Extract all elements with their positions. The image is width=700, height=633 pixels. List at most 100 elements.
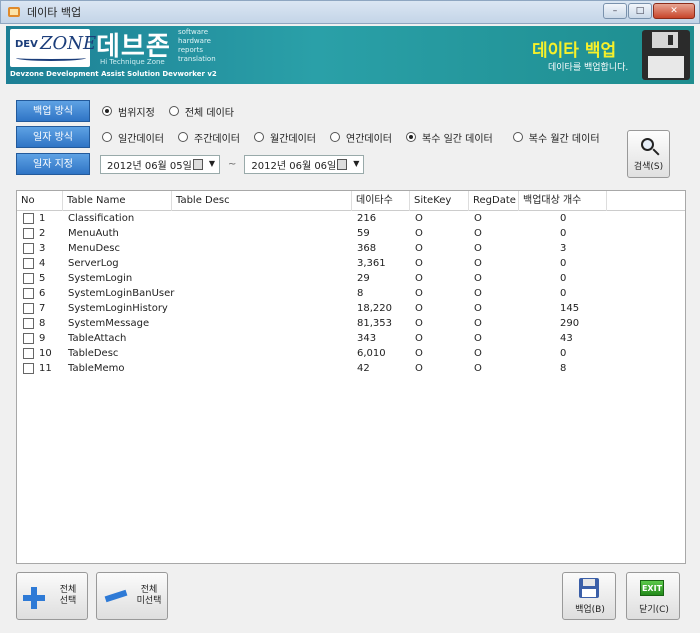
table-row[interactable]: 9 TableAttach 343 O O 43 xyxy=(17,331,685,346)
table-row[interactable]: 1 Classification 216 O O 0 xyxy=(17,211,685,226)
table-row[interactable]: 5 SystemLogin 29 O O 0 xyxy=(17,271,685,286)
row-checkbox[interactable] xyxy=(23,333,34,344)
cell-no: 1 xyxy=(39,213,46,224)
radio-icon[interactable] xyxy=(512,132,523,142)
radio-label: 주간데이터 xyxy=(194,133,240,145)
cell-count: 18,220 xyxy=(357,303,392,314)
row-checkbox[interactable] xyxy=(23,348,34,359)
window-title: 데이타 백업 xyxy=(27,6,82,19)
cell-count: 6,010 xyxy=(357,348,386,359)
row-checkbox[interactable] xyxy=(23,228,34,239)
radio-icon[interactable] xyxy=(168,106,179,116)
date-from-picker[interactable]: 2012년 06월 05일 ▼ xyxy=(100,154,220,174)
row-checkbox[interactable] xyxy=(23,243,34,254)
table-row[interactable]: 11 TableMemo 42 O O 8 xyxy=(17,361,685,376)
table-row[interactable]: 2 MenuAuth 59 O O 0 xyxy=(17,226,685,241)
radio-checked-icon[interactable] xyxy=(102,106,112,116)
row-checkbox[interactable] xyxy=(23,303,34,314)
radio-range[interactable]: 범위지정 xyxy=(102,104,155,119)
row-checkbox[interactable] xyxy=(23,288,34,299)
radio-label: 연간데이터 xyxy=(346,133,392,145)
cell-regdate: O xyxy=(474,258,482,269)
column-header-table-desc[interactable]: Table Desc xyxy=(172,191,352,211)
cell-backup-target: 0 xyxy=(560,228,567,239)
table-row[interactable]: 8 SystemMessage 81,353 O O 290 xyxy=(17,316,685,331)
backup-mode-row: 백업 방식 범위지정 전체 데이타 xyxy=(16,100,618,122)
radio-checked-icon[interactable] xyxy=(406,132,416,142)
cell-regdate: O xyxy=(474,228,482,239)
radio-daily[interactable]: 일간데이터 xyxy=(102,130,164,145)
deselect-all-button[interactable]: 전체 미선택 xyxy=(96,572,168,620)
row-checkbox[interactable] xyxy=(23,213,34,224)
maximize-button[interactable]: □ xyxy=(628,3,652,19)
column-header-table-name[interactable]: Table Name xyxy=(63,191,172,211)
cell-count: 8 xyxy=(357,288,364,299)
cell-table-name: MenuAuth xyxy=(68,228,119,239)
radio-yearly[interactable]: 연간데이터 xyxy=(330,130,392,145)
radio-icon[interactable] xyxy=(254,132,264,142)
minimize-button[interactable]: – xyxy=(603,3,627,19)
radio-icon[interactable] xyxy=(330,132,340,142)
radio-all-data[interactable]: 전체 데이타 xyxy=(168,104,234,119)
radio-multi-monthly[interactable]: 복수 월간 데이터 xyxy=(512,130,600,145)
banner-footer: Devzone Development Assist Solution Devw… xyxy=(10,70,217,78)
table-row[interactable]: 10 TableDesc 6,010 O O 0 xyxy=(17,346,685,361)
select-all-label: 선택 xyxy=(59,596,77,606)
radio-label: 범위지정 xyxy=(118,107,155,119)
radio-icon[interactable] xyxy=(178,132,188,142)
floppy-disk-icon xyxy=(642,30,690,80)
radio-weekly[interactable]: 주간데이터 xyxy=(178,130,240,145)
table-row[interactable]: 4 ServerLog 3,361 O O 0 xyxy=(17,256,685,271)
date-to-picker[interactable]: 2012년 06월 06일 ▼ xyxy=(244,154,365,174)
cell-sitekey: O xyxy=(415,258,423,269)
cell-sitekey: O xyxy=(415,288,423,299)
devzone-logo: DEV ZONE xyxy=(10,29,96,67)
radio-label: 일간데이터 xyxy=(118,133,164,145)
column-header-count[interactable]: 데이타수 xyxy=(352,191,410,211)
calendar-icon[interactable] xyxy=(193,158,203,170)
table-row[interactable]: 7 SystemLoginHistory 18,220 O O 145 xyxy=(17,301,685,316)
radio-label: 복수 일간 데이터 xyxy=(422,133,493,145)
cell-sitekey: O xyxy=(415,333,423,344)
column-header-sitekey[interactable]: SiteKey xyxy=(410,191,469,211)
chevron-down-icon[interactable]: ▼ xyxy=(353,159,359,168)
search-icon xyxy=(639,137,660,157)
cell-no: 3 xyxy=(39,243,46,254)
options-panel: 백업 방식 범위지정 전체 데이타 일자 방식 일간데이터 주간데이터 월간데이… xyxy=(16,96,618,178)
logo-swoosh-icon xyxy=(16,55,86,61)
select-all-button[interactable]: 전체 선택 xyxy=(16,572,88,620)
row-checkbox[interactable] xyxy=(23,258,34,269)
column-header-no[interactable]: No xyxy=(17,191,63,211)
close-window-button[interactable]: ✕ xyxy=(653,3,695,19)
chevron-down-icon[interactable]: ▼ xyxy=(209,159,215,168)
date-separator: ~ xyxy=(228,158,237,170)
close-button[interactable]: EXIT 닫기(C) xyxy=(626,572,680,620)
column-header-backup-target[interactable]: 백업대상 개수 xyxy=(519,191,607,211)
radio-monthly[interactable]: 월간데이터 xyxy=(254,130,316,145)
cell-regdate: O xyxy=(474,363,482,374)
row-checkbox[interactable] xyxy=(23,318,34,329)
table-row[interactable]: 3 MenuDesc 368 O O 3 xyxy=(17,241,685,256)
brand-words: software hardware reports translation xyxy=(178,28,216,64)
radio-icon[interactable] xyxy=(102,132,112,142)
backup-mode-label: 백업 방식 xyxy=(16,100,90,122)
calendar-icon[interactable] xyxy=(337,158,348,170)
cell-regdate: O xyxy=(474,243,482,254)
cell-table-name: SystemLoginHistory xyxy=(68,303,168,314)
row-checkbox[interactable] xyxy=(23,363,34,374)
search-button[interactable]: 검색(S) xyxy=(627,130,670,178)
row-checkbox[interactable] xyxy=(23,273,34,284)
cell-no: 8 xyxy=(39,318,46,329)
cell-count: 81,353 xyxy=(357,318,392,329)
column-header-regdate[interactable]: RegDate xyxy=(469,191,519,211)
cell-sitekey: O xyxy=(415,273,423,284)
date-mode-row: 일자 방식 일간데이터 주간데이터 월간데이터 연간데이터 복수 일간 데이터 xyxy=(16,126,618,148)
radio-label: 복수 월간 데이터 xyxy=(528,133,600,145)
backup-button[interactable]: 백업(B) xyxy=(562,572,616,620)
table-grid[interactable]: No Table Name Table Desc 데이타수 SiteKey Re… xyxy=(16,190,686,564)
radio-multi-daily[interactable]: 복수 일간 데이터 xyxy=(406,130,493,145)
brand-word: hardware xyxy=(178,37,211,45)
table-row[interactable]: 6 SystemLoginBanUser 8 O O 0 xyxy=(17,286,685,301)
cell-no: 7 xyxy=(39,303,46,314)
cell-sitekey: O xyxy=(415,213,423,224)
